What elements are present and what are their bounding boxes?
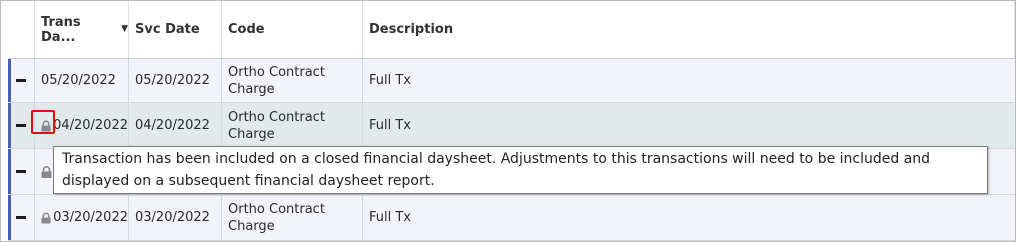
code-cell: Ortho Contract Charge bbox=[222, 103, 363, 148]
svc-date-cell: 04/20/2022 bbox=[129, 103, 222, 148]
transactions-grid-frame: Trans Da... ▼ Svc Date Code Description … bbox=[0, 0, 1016, 242]
column-header-trans-date-label: Trans Da... bbox=[41, 14, 81, 45]
code-line-1: Ortho Contract bbox=[228, 64, 325, 80]
code-cell: Ortho Contract Charge bbox=[222, 59, 363, 102]
lock-icon[interactable] bbox=[41, 212, 51, 224]
svc-date-cell: 05/20/2022 bbox=[129, 59, 222, 102]
table-row[interactable]: 03/20/2022 03/20/2022 Ortho Contract Cha… bbox=[8, 195, 1015, 241]
trans-date-cell: 05/20/2022 bbox=[35, 59, 129, 102]
trans-date-cell: 03/20/2022 bbox=[35, 195, 129, 240]
svc-date-value: 04/20/2022 bbox=[135, 118, 210, 133]
row-collapse-cell[interactable] bbox=[8, 149, 35, 194]
row-collapse-cell[interactable] bbox=[8, 59, 35, 102]
column-header-code-label: Code bbox=[228, 22, 265, 37]
description-cell: Full Tx bbox=[363, 195, 1015, 240]
grid-header-row: Trans Da... ▼ Svc Date Code Description bbox=[8, 1, 1015, 59]
description-cell: Full Tx bbox=[363, 59, 1015, 102]
svc-date-value: 03/20/2022 bbox=[135, 210, 210, 225]
description-value: Full Tx bbox=[369, 73, 411, 88]
code-line-2: Charge bbox=[228, 126, 275, 142]
tooltip-text: Transaction has been included on a close… bbox=[62, 151, 931, 189]
column-header-trans-date[interactable]: Trans Da... ▼ bbox=[35, 1, 129, 58]
sort-descending-icon[interactable]: ▼ bbox=[121, 25, 128, 34]
trans-date-value: 05/20/2022 bbox=[41, 73, 116, 88]
row-collapse-cell[interactable] bbox=[8, 195, 35, 240]
trans-date-value: 04/20/2022 bbox=[53, 118, 128, 133]
transactions-grid: Trans Da... ▼ Svc Date Code Description … bbox=[8, 1, 1015, 241]
description-cell: Full Tx bbox=[363, 103, 1015, 148]
column-header-svc-date[interactable]: Svc Date bbox=[129, 1, 222, 58]
svc-date-value: 05/20/2022 bbox=[135, 73, 210, 88]
table-row[interactable]: 05/20/2022 05/20/2022 Ortho Contract Cha… bbox=[8, 59, 1015, 103]
svc-date-cell: 03/20/2022 bbox=[129, 195, 222, 240]
code-cell: Ortho Contract Charge bbox=[222, 195, 363, 240]
code-line-1: Ortho Contract bbox=[228, 109, 325, 125]
column-header-code[interactable]: Code bbox=[222, 1, 363, 58]
lock-icon[interactable] bbox=[41, 165, 52, 178]
lock-icon-highlight bbox=[31, 110, 55, 134]
collapse-icon[interactable] bbox=[16, 170, 26, 173]
code-line-1: Ortho Contract bbox=[228, 201, 325, 217]
code-line-2: Charge bbox=[228, 218, 275, 234]
code-line-2: Charge bbox=[228, 81, 275, 97]
trans-date-value: 03/20/2022 bbox=[53, 210, 128, 225]
header-expand-cell bbox=[8, 1, 35, 58]
column-header-description-label: Description bbox=[369, 22, 454, 37]
collapse-icon[interactable] bbox=[16, 216, 26, 219]
table-row[interactable]: 04/20/2022 04/20/2022 Ortho Contract Cha… bbox=[8, 103, 1015, 149]
collapse-icon[interactable] bbox=[16, 124, 26, 127]
description-value: Full Tx bbox=[369, 210, 411, 225]
description-value: Full Tx bbox=[369, 118, 411, 133]
column-header-svc-date-label: Svc Date bbox=[135, 22, 200, 37]
column-header-description[interactable]: Description bbox=[363, 1, 1015, 58]
collapse-icon[interactable] bbox=[16, 79, 26, 82]
closed-daysheet-tooltip: Transaction has been included on a close… bbox=[53, 146, 988, 194]
